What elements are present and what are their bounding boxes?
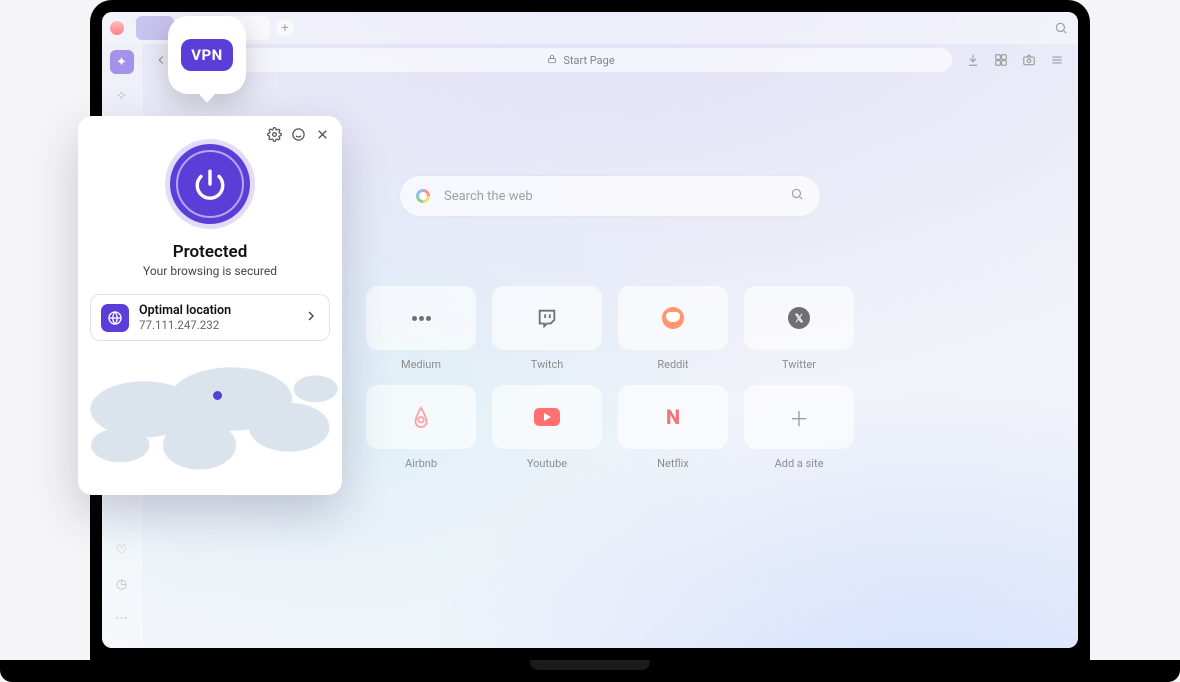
speed-dial-netflix[interactable]: N Netflix <box>618 385 728 470</box>
medium-icon <box>411 306 432 331</box>
sidebar-aria-icon[interactable]: ✦ <box>110 50 134 74</box>
search-placeholder: Search the web <box>444 189 533 204</box>
laptop-base <box>0 660 1180 682</box>
vpn-toggle-button[interactable] <box>170 144 250 224</box>
vpn-toolbar-icon[interactable]: VPN <box>168 16 246 94</box>
vpn-status: Protected Your browsing is secured <box>78 242 342 278</box>
globe-icon <box>101 304 129 332</box>
speed-dial-twitch[interactable]: Twitch <box>492 286 602 371</box>
tile-label: Twitter <box>782 358 816 371</box>
tile-icon: ＋ <box>744 385 854 449</box>
opera-logo-icon <box>110 21 124 35</box>
tile-label: Reddit <box>657 358 688 371</box>
sidebar-more-icon[interactable]: ⋯ <box>110 606 134 630</box>
tile-label: Airbnb <box>405 457 437 470</box>
tile-label: Youtube <box>527 457 567 470</box>
address-bar-title: Start Page <box>563 54 614 67</box>
speed-dial-add-site[interactable]: ＋ Add a site <box>744 385 854 470</box>
laptop-notch <box>530 660 650 670</box>
vpn-popover-toolbar <box>78 116 342 142</box>
search-icon <box>790 187 804 205</box>
sidebar-history-icon[interactable]: ◷ <box>110 572 134 596</box>
emoji-icon[interactable] <box>290 126 306 142</box>
reddit-icon <box>662 307 684 329</box>
airbnb-icon <box>410 405 432 429</box>
vpn-status-subtitle: Your browsing is secured <box>78 264 342 278</box>
close-icon[interactable] <box>314 126 330 142</box>
tab-bar: + <box>102 12 1078 44</box>
tile-icon <box>366 286 476 350</box>
tile-label: Netflix <box>657 457 689 470</box>
lock-icon <box>547 54 557 67</box>
snapshot-icon[interactable] <box>1020 51 1038 69</box>
speed-dial-reddit[interactable]: Reddit <box>618 286 728 371</box>
netflix-icon: N <box>666 405 680 429</box>
easy-setup-icon[interactable] <box>1048 51 1066 69</box>
toolbar-right <box>960 51 1070 69</box>
speed-dial-youtube[interactable]: Youtube <box>492 385 602 470</box>
tile-icon <box>492 286 602 350</box>
power-icon <box>193 167 227 201</box>
tile-icon <box>618 286 728 350</box>
gear-icon[interactable] <box>266 126 282 142</box>
tile-label: Add a site <box>775 457 824 470</box>
vpn-ip-address: 77.111.247.232 <box>139 318 293 332</box>
plus-icon: ＋ <box>789 403 809 432</box>
speed-dial-twitter[interactable]: 𝕏 Twitter <box>744 286 854 371</box>
speed-dial-medium[interactable]: Medium <box>366 286 476 371</box>
new-tab-button[interactable]: + <box>276 19 294 37</box>
tile-label: Medium <box>401 358 441 371</box>
vpn-location-label: Optimal location <box>139 303 293 318</box>
search-box[interactable]: Search the web <box>400 176 820 216</box>
tile-icon: N <box>618 385 728 449</box>
search-tabs-icon[interactable] <box>1052 19 1070 37</box>
sidebar-sparkle-icon[interactable]: ✧ <box>110 84 134 108</box>
twitch-icon <box>536 307 558 329</box>
speed-dial-grid: Medium Twitch Reddit <box>366 286 854 470</box>
tile-label: Twitch <box>531 358 564 371</box>
speed-dial-airbnb[interactable]: Airbnb <box>366 385 476 470</box>
tile-icon <box>366 385 476 449</box>
toolbar: Start Page <box>142 44 1078 76</box>
tile-icon <box>492 385 602 449</box>
workspaces-icon[interactable] <box>992 51 1010 69</box>
vpn-map <box>78 353 342 481</box>
vpn-status-title: Protected <box>78 242 342 262</box>
vpn-location-selector[interactable]: Optimal location 77.111.247.232 <box>90 294 330 341</box>
address-bar[interactable]: Start Page <box>210 48 952 72</box>
tile-icon: 𝕏 <box>744 286 854 350</box>
google-icon <box>416 189 430 203</box>
download-icon[interactable] <box>964 51 982 69</box>
sidebar-heart-icon[interactable]: ♡ <box>110 538 134 562</box>
vpn-map-location-dot <box>213 391 222 400</box>
x-icon: 𝕏 <box>788 307 810 329</box>
chevron-right-icon <box>303 308 319 328</box>
vpn-badge-label: VPN <box>181 39 233 71</box>
youtube-icon <box>534 408 560 426</box>
vpn-popover: Protected Your browsing is secured Optim… <box>78 116 342 495</box>
